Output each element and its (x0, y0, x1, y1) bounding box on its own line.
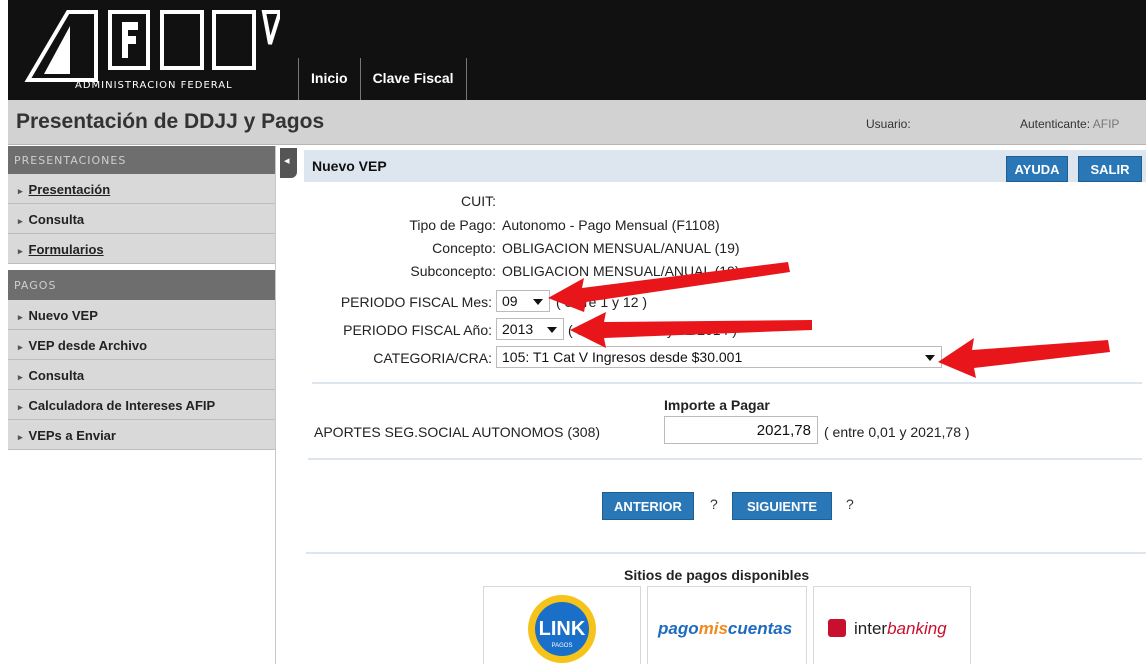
tipo-label: Tipo de Pago: (409, 217, 496, 233)
cuit-label: CUIT: (461, 193, 496, 209)
chevron-right-icon: ▸ (18, 372, 23, 382)
chevron-right-icon: ▸ (18, 312, 23, 322)
sidebar-item-label: Consulta (28, 212, 85, 227)
chevron-right-icon: ▸ (18, 216, 23, 226)
top-header: ADMINISTRACION FEDERAL Inicio Clave Fisc… (0, 0, 1146, 100)
anio-value: 2013 (502, 321, 534, 337)
subconcepto-label: Subconcepto: (410, 263, 496, 279)
importe-hint: ( entre 0,01 y 2021,78 ) (824, 424, 970, 440)
sidebar-item-formularios[interactable]: ▸ Formularios (8, 234, 275, 264)
sidebar-collapse-button[interactable]: ◂ (280, 148, 297, 178)
link-logo-text: LINK (539, 618, 586, 640)
page-title: Presentación de DDJJ y Pagos (16, 110, 325, 133)
concepto-label: Concepto: (432, 240, 496, 256)
ib-part-2: banking (887, 619, 947, 638)
sidebar-item-label: Formularios (28, 242, 104, 257)
next-help-icon[interactable]: ? (846, 496, 854, 512)
sidebar-item-label: Calculadora de Intereses AFIP (28, 398, 216, 413)
help-button[interactable]: AYUDA (1006, 156, 1068, 182)
importe-title: Importe a Pagar (664, 397, 770, 413)
auth-label: Autenticante: (1020, 117, 1091, 131)
nav-clave-fiscal[interactable]: Clave Fiscal (359, 58, 467, 100)
sites-title: Sitios de pagos disponibles (624, 567, 810, 583)
divider (306, 552, 1146, 554)
exit-button[interactable]: SALIR (1078, 156, 1142, 182)
sidebar: PRESENTACIONES ▸ Presentación ▸ Consulta ▸… (8, 146, 276, 664)
sidebar-item-vep-desde-archivo[interactable]: ▸ VEP desde Archivo (8, 330, 275, 360)
chevron-left-icon: ◂ (284, 155, 290, 167)
divider (308, 458, 1142, 460)
sidebar-item-label: Presentación (28, 182, 111, 197)
chevron-right-icon: ▸ (18, 342, 23, 352)
user-label: Usuario: (866, 117, 911, 131)
chevron-right-icon: ▸ (18, 402, 23, 412)
chevron-right-icon: ▸ (18, 246, 23, 256)
tipo-value: Autonomo - Pago Mensual (F1108) (502, 217, 720, 233)
nav-inicio[interactable]: Inicio (298, 58, 360, 100)
pmc-part-2: mis (698, 619, 728, 638)
chevron-right-icon: ▸ (18, 186, 23, 196)
sidebar-item-label: Nuevo VEP (28, 308, 98, 323)
top-nav: Inicio Clave Fiscal (298, 58, 467, 100)
site-pagomiscuentas[interactable]: pagomiscuentas (647, 586, 807, 664)
sidebar-item-nuevo-vep[interactable]: ▸ Nuevo VEP (8, 300, 275, 330)
vep-title: Nuevo VEP (312, 158, 387, 174)
mes-hint: ( entre 1 y 12 ) (556, 294, 648, 310)
mes-value: 09 (502, 293, 518, 309)
divider (312, 382, 1142, 384)
mes-label: PERIODO FISCAL Mes: (340, 294, 492, 310)
concepto-value: OBLIGACION MENSUAL/ANUAL (19) (502, 240, 740, 256)
sidebar-item-label: VEPs a Enviar (28, 428, 116, 443)
logo-caption: ADMINISTRACION FEDERAL (75, 80, 233, 91)
dropdown-arrow-icon (547, 327, 557, 333)
title-bar: Presentación de DDJJ y Pagos Usuario: Au… (8, 100, 1146, 145)
anio-select[interactable]: 2013 (496, 318, 564, 340)
auth-info: Autenticante: AFIP (1020, 117, 1119, 131)
interbanking-icon (828, 619, 846, 637)
vep-header: Nuevo VEP AYUDA SALIR (304, 150, 1146, 182)
subconcepto-value: OBLIGACION MENSUAL/ANUAL (19) (502, 263, 740, 279)
pmc-part-1: pago (658, 619, 699, 638)
main-panel: Nuevo VEP AYUDA SALIR CUIT: Tipo de Pago… (300, 146, 1146, 664)
pmc-part-3: cuentas (727, 619, 793, 638)
dropdown-arrow-icon (925, 355, 935, 361)
dropdown-arrow-icon (533, 299, 543, 305)
link-logo: LINK PAGOS (528, 595, 596, 663)
sidebar-item-label: Consulta (28, 368, 85, 383)
pagomiscuentas-logo: pagomiscuentas (658, 619, 792, 639)
header-edge (0, 0, 8, 100)
sidebar-item-calculadora[interactable]: ▸ Calculadora de Intereses AFIP (8, 390, 275, 420)
importe-input[interactable]: 2021,78 (664, 416, 818, 444)
sidebar-item-label: VEP desde Archivo (28, 338, 148, 353)
mes-select[interactable]: 09 (496, 290, 550, 312)
site-interbanking[interactable]: interbanking (813, 586, 971, 664)
sidebar-item-consulta[interactable]: ▸ Consulta (8, 204, 275, 234)
categoria-select[interactable]: 105: T1 Cat V Ingresos desde $30.001 (496, 346, 942, 368)
sidebar-item-veps-a-enviar[interactable]: ▸ VEPs a Enviar (8, 420, 275, 450)
link-logo-subtext: PAGOS (552, 643, 573, 649)
importe-concept: APORTES SEG.SOCIAL AUTONOMOS (308) (314, 424, 601, 440)
anio-hint: ( entre 01/1994 y 01/2014 ) (568, 322, 737, 338)
auth-value: AFIP (1092, 117, 1120, 131)
sidebar-section-presentaciones: PRESENTACIONES (8, 146, 275, 174)
sidebar-section-pagos: PAGOS (8, 270, 275, 300)
anio-label: PERIODO FISCAL Año: (343, 322, 492, 338)
sidebar-item-presentacion[interactable]: ▸ Presentación (8, 174, 275, 204)
prev-button[interactable]: ANTERIOR (602, 492, 694, 520)
interbanking-logo: interbanking (828, 619, 947, 639)
categoria-value: 105: T1 Cat V Ingresos desde $30.001 (502, 349, 743, 365)
chevron-right-icon: ▸ (18, 432, 23, 442)
ib-part-1: inter (854, 619, 888, 638)
prev-help-icon[interactable]: ? (710, 496, 718, 512)
sidebar-item-consulta-pagos[interactable]: ▸ Consulta (8, 360, 275, 390)
site-link[interactable]: LINK PAGOS (483, 586, 641, 664)
categoria-label: CATEGORIA/CRA: (373, 350, 492, 366)
next-button[interactable]: SIGUIENTE (732, 492, 832, 520)
